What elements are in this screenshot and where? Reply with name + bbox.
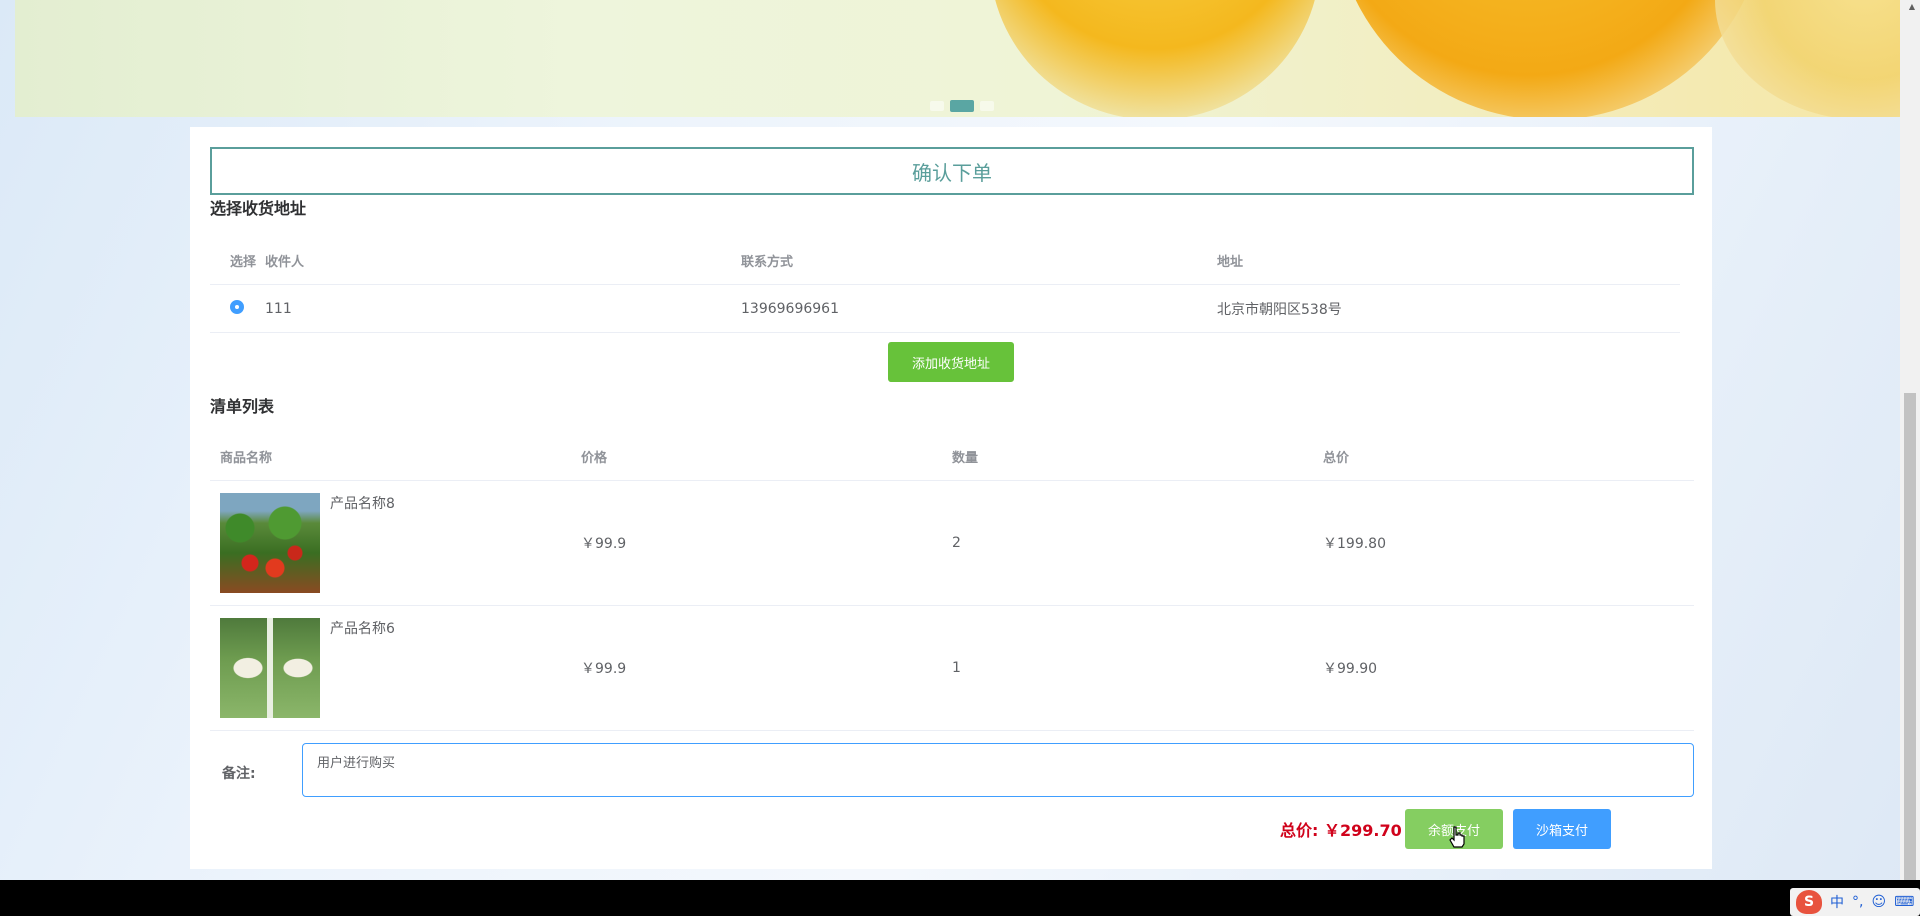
hand-pointer-cursor-icon [1449, 826, 1465, 848]
header-total: 总价 [1323, 451, 1350, 466]
order-total: 总价: ￥299.70 [1280, 817, 1402, 841]
header-select: 选择 [230, 255, 257, 270]
ime-language-toggle[interactable]: 中 [1830, 892, 1844, 912]
recipient-name: 111 [265, 300, 292, 317]
goods-row: 产品名称6 ￥99.9 1 ￥99.90 [210, 606, 1694, 731]
header-product-name: 商品名称 [220, 451, 273, 466]
product-total: ￥199.80 [1323, 536, 1386, 552]
goods-table-header: 商品名称 价格 数量 总价 [210, 433, 1694, 481]
carousel-dot[interactable] [980, 101, 994, 111]
product-price: ￥99.9 [581, 536, 627, 552]
ime-toolbar[interactable]: S 中 °, ☺ ⌨ [1790, 888, 1920, 916]
product-price: ￥99.9 [581, 661, 627, 677]
carousel-dot[interactable] [930, 101, 944, 111]
taskbar [0, 880, 1920, 916]
goods-section-title: 清单列表 [210, 397, 275, 416]
confirm-order-title: 确认下单 [210, 147, 1694, 195]
product-image-rice-bag[interactable] [220, 618, 320, 718]
goods-row: 产品名称8 ￥99.9 2 ￥199.80 [210, 481, 1694, 606]
header-price: 价格 [581, 451, 608, 466]
product-quantity: 2 [952, 535, 961, 551]
remark-label: 备注: [222, 766, 256, 782]
scrollbar-thumb[interactable] [1904, 393, 1916, 880]
product-image-vegetables[interactable] [220, 493, 320, 593]
address-table: 选择 收件人 联系方式 地址 111 13969696961 北京市朝阳区538… [210, 237, 1680, 333]
carousel-indicators [930, 100, 994, 112]
order-card: 确认下单 选择收货地址 选择 收件人 联系方式 地址 111 139696969… [190, 127, 1712, 869]
scroll-up-arrow-icon[interactable]: ▲ [1909, 2, 1915, 11]
address-row[interactable]: 111 13969696961 北京市朝阳区538号 [210, 285, 1680, 333]
address-table-header: 选择 收件人 联系方式 地址 [210, 237, 1680, 285]
lemon-image [1335, 0, 1765, 117]
lemon-image [990, 0, 1320, 117]
total-value: ￥299.70 [1323, 821, 1402, 840]
header-address: 地址 [1217, 255, 1244, 270]
address-section-title: 选择收货地址 [210, 199, 307, 218]
page-scrollbar[interactable]: ▲ [1900, 0, 1920, 880]
address-radio[interactable] [230, 299, 244, 314]
product-quantity: 1 [952, 660, 961, 676]
carousel-dot-active[interactable] [950, 100, 974, 112]
hero-banner [15, 0, 1900, 117]
recipient-address: 北京市朝阳区538号 [1217, 301, 1342, 318]
emoji-icon[interactable]: ☺ [1871, 894, 1886, 910]
ime-punctuation-toggle[interactable]: °, [1852, 894, 1863, 910]
product-name: 产品名称6 [330, 621, 395, 637]
header-recipient: 收件人 [265, 255, 305, 270]
sogou-logo-icon: S [1796, 890, 1822, 914]
total-label: 总价: [1280, 821, 1319, 840]
keyboard-icon[interactable]: ⌨ [1894, 894, 1914, 910]
add-address-button[interactable]: 添加收货地址 [888, 342, 1014, 382]
goods-table: 商品名称 价格 数量 总价 产品名称8 ￥99.9 2 ￥199.80 产品名称… [210, 433, 1694, 731]
product-total: ￥99.90 [1323, 661, 1378, 677]
lemon-image [1715, 0, 1900, 117]
remark-textarea[interactable] [302, 743, 1694, 797]
product-name: 产品名称8 [330, 496, 395, 512]
recipient-phone: 13969696961 [741, 300, 839, 317]
header-quantity: 数量 [952, 451, 979, 466]
header-phone: 联系方式 [741, 255, 794, 270]
sandbox-pay-button[interactable]: 沙箱支付 [1513, 809, 1611, 849]
